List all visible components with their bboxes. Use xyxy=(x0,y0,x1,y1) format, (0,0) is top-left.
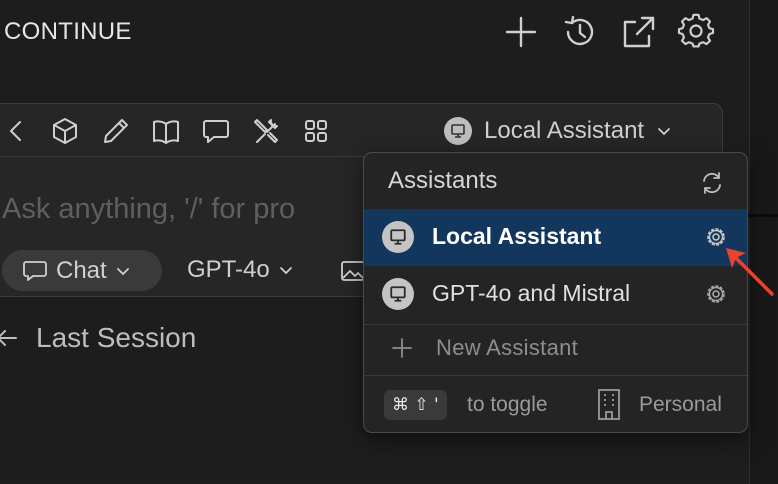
assistants-dropdown: Assistants Local Assistant GPT-4o and Mi… xyxy=(363,152,748,433)
last-session-link[interactable]: Last Session xyxy=(0,322,196,354)
cube-icon[interactable] xyxy=(50,116,80,146)
mode-select[interactable]: Chat xyxy=(2,250,162,291)
dropdown-header: Assistants xyxy=(388,167,498,194)
chat-input[interactable]: Ask anything, '/' for pro xyxy=(2,193,362,226)
assistant-selector-label: Local Assistant xyxy=(484,117,645,144)
dropdown-divider xyxy=(364,375,747,376)
new-assistant-button[interactable]: New Assistant xyxy=(390,335,578,361)
org-selector[interactable]: Personal xyxy=(639,393,722,417)
new-assistant-label: New Assistant xyxy=(436,335,579,360)
model-select[interactable]: GPT-4o xyxy=(187,256,294,284)
app-title: CONTINUE xyxy=(4,18,132,45)
keyboard-shortcut: ⌘ ⇧ ' xyxy=(384,390,447,420)
gear-icon[interactable] xyxy=(677,13,715,51)
chat-bubble-icon[interactable] xyxy=(201,116,231,146)
assistant-item-local[interactable]: Local Assistant xyxy=(364,209,747,266)
monitor-icon xyxy=(451,124,465,138)
arrow-left-icon xyxy=(0,330,17,346)
assistant-item-label: GPT-4o and Mistral xyxy=(432,280,631,306)
history-icon[interactable] xyxy=(561,13,599,51)
monitor-icon xyxy=(382,278,414,310)
last-session-label: Last Session xyxy=(36,322,197,353)
monitor-icon xyxy=(382,221,414,253)
external-open-icon[interactable] xyxy=(620,13,658,51)
back-chevron-icon[interactable] xyxy=(2,116,32,146)
background-edge xyxy=(748,214,778,217)
mode-label: Chat xyxy=(56,256,107,284)
building-icon xyxy=(595,387,623,421)
pencil-icon[interactable] xyxy=(101,116,131,146)
assistant-avatar xyxy=(444,117,472,145)
assistant-item-gpt4o-mistral[interactable]: GPT-4o and Mistral xyxy=(364,266,747,323)
plus-icon xyxy=(392,338,412,358)
book-icon[interactable] xyxy=(151,116,181,146)
chevron-down-icon xyxy=(116,267,129,275)
assistant-selector[interactable]: Local Assistant xyxy=(444,115,672,147)
chevron-down-icon xyxy=(279,267,292,275)
tools-icon[interactable] xyxy=(251,116,281,146)
chevron-down-icon xyxy=(658,128,670,136)
assistant-item-label: Local Assistant xyxy=(432,223,602,249)
chat-bubble-icon xyxy=(23,260,47,281)
grid-icon[interactable] xyxy=(301,116,331,146)
dropdown-divider xyxy=(364,324,747,325)
plus-icon[interactable] xyxy=(502,13,540,51)
model-label: GPT-4o xyxy=(187,256,270,283)
refresh-icon[interactable] xyxy=(698,169,726,197)
annotation-arrow xyxy=(722,236,778,300)
toggle-hint: to toggle xyxy=(467,393,548,416)
